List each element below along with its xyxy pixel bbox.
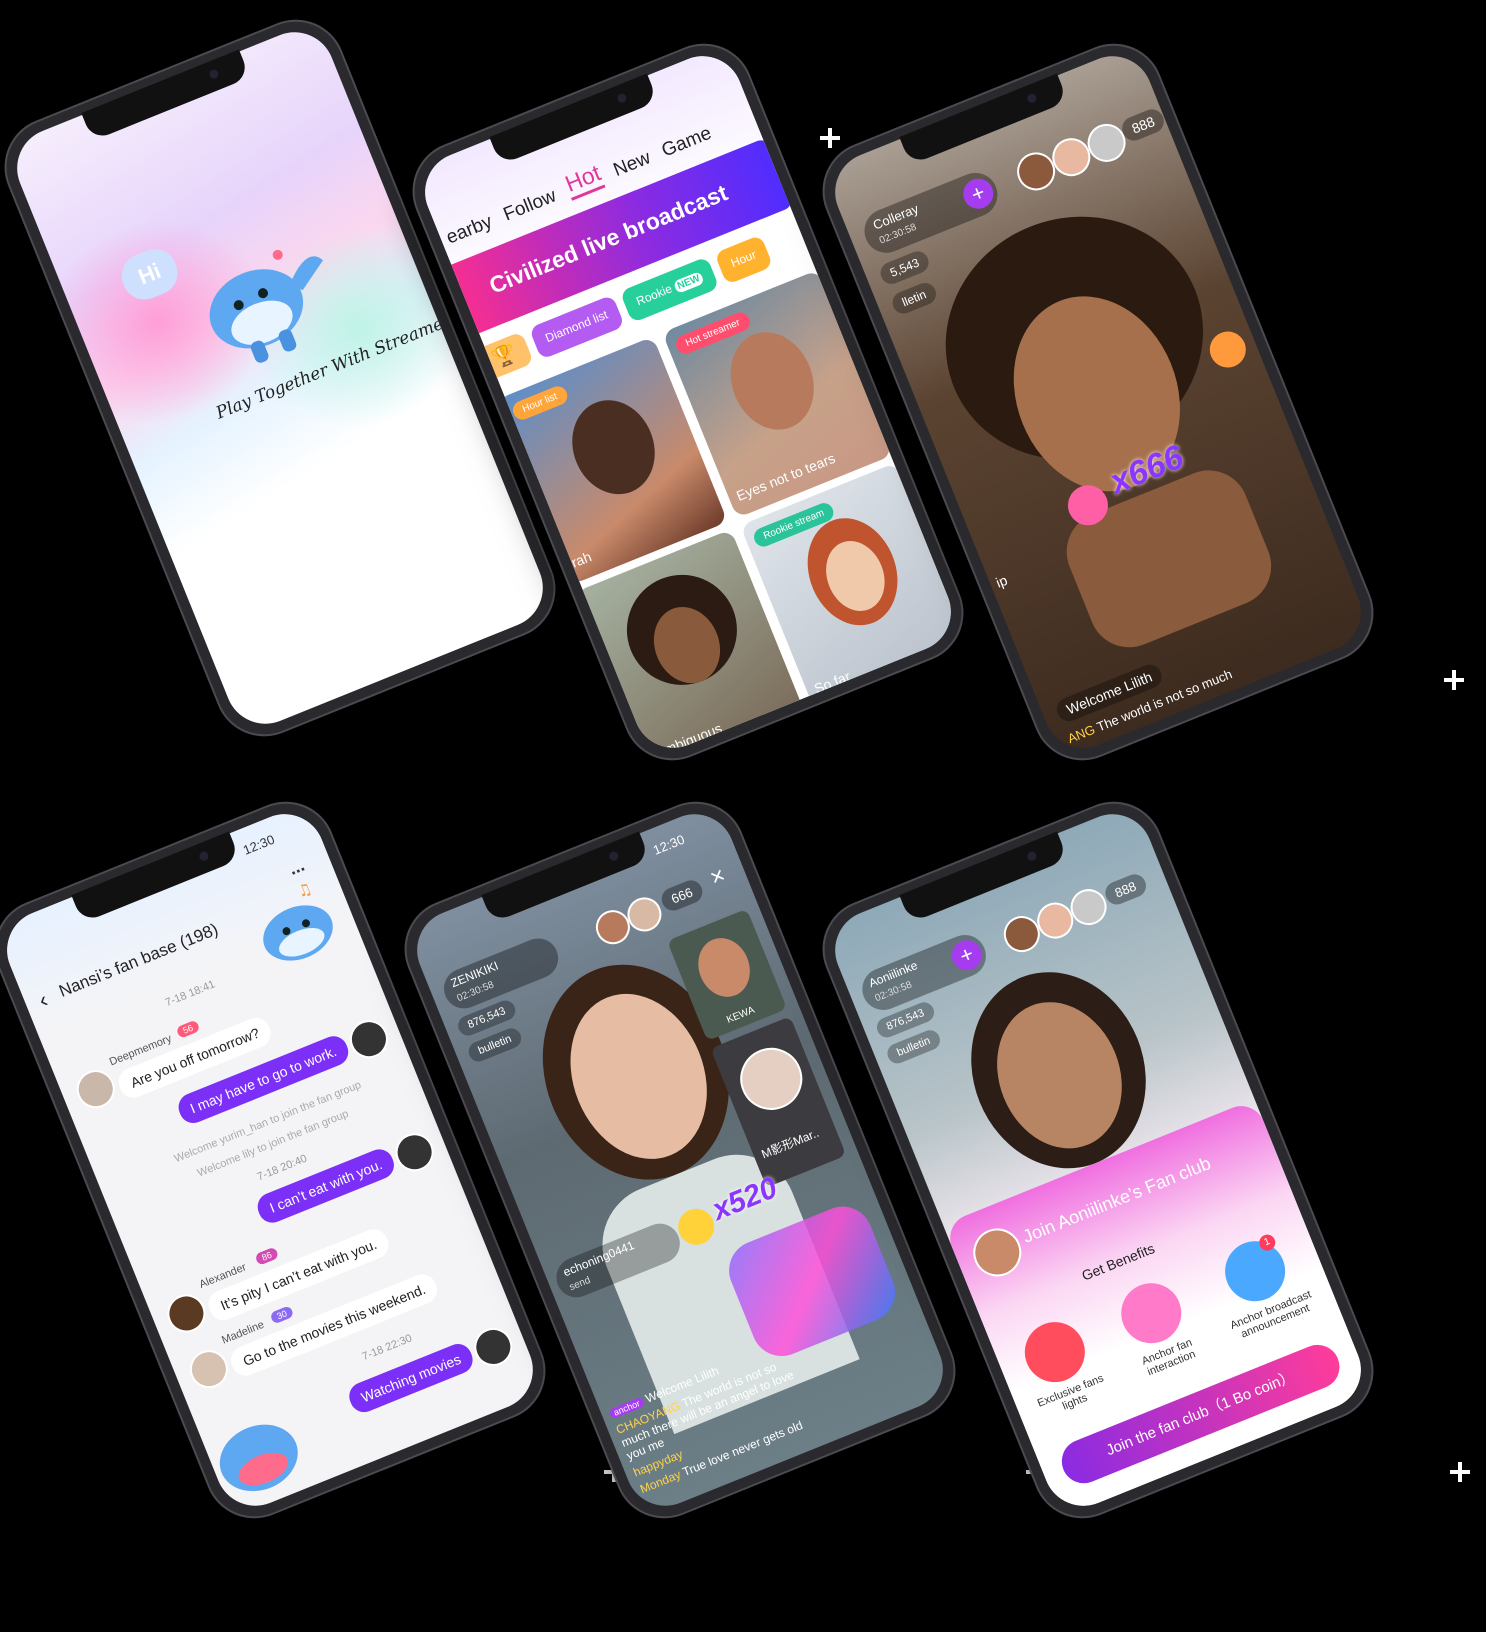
hour-list-tag: Hour list bbox=[510, 383, 570, 423]
viewer-count[interactable]: 888 bbox=[1118, 105, 1168, 145]
benefit-item: Exclusive fans lights bbox=[1007, 1309, 1115, 1422]
level-badge: 86 bbox=[254, 1246, 280, 1266]
fan-club-title: Join Aoniilinke’s Fan club bbox=[1019, 1153, 1214, 1247]
fan-club-sheet: Join Aoniilinke’s Fan club Get Benefits … bbox=[942, 1098, 1373, 1518]
gifter-name: echoning0441 bbox=[561, 1238, 637, 1280]
host-panel[interactable]: Colleray 02:30:58 + bbox=[857, 166, 1005, 260]
benefit-item: Anchor fan interaction bbox=[1103, 1270, 1211, 1383]
timestamp: 7-18 22:30 bbox=[360, 1332, 414, 1364]
trophy-icon[interactable]: 🏆 bbox=[475, 331, 535, 382]
gift-action: send bbox=[567, 1274, 593, 1294]
pk-name: M影形Mar.. bbox=[759, 1125, 821, 1162]
card-title: rah bbox=[568, 548, 594, 571]
whale-mascot-icon bbox=[219, 1424, 298, 1492]
user-avatar[interactable] bbox=[71, 1064, 121, 1114]
sparkle-icon bbox=[820, 128, 840, 148]
user-avatar[interactable] bbox=[184, 1344, 234, 1394]
card-title: So far bbox=[811, 667, 853, 697]
chip-hour[interactable]: Hour bbox=[714, 234, 774, 285]
card-title: r ambiguous bbox=[646, 719, 725, 760]
follow-plus-icon[interactable]: + bbox=[958, 174, 998, 214]
host-avatar bbox=[966, 1221, 1029, 1284]
coin-count: 5,543 bbox=[877, 248, 932, 288]
heart-icon bbox=[1204, 326, 1252, 373]
pk-name: KEWA bbox=[725, 1004, 757, 1026]
svg-text:♫: ♫ bbox=[294, 878, 314, 901]
benefit-item: 1 Anchor broadcast announcement bbox=[1201, 1226, 1320, 1344]
my-avatar[interactable] bbox=[389, 1127, 440, 1177]
level-badge: 56 bbox=[175, 1019, 201, 1039]
close-icon[interactable]: × bbox=[706, 862, 729, 893]
my-avatar[interactable] bbox=[344, 1014, 394, 1064]
viewer-count[interactable]: 888 bbox=[1101, 871, 1150, 908]
sparkle-icon bbox=[1444, 670, 1464, 690]
viewer-count[interactable]: 666 bbox=[658, 877, 706, 914]
side-label: ip bbox=[993, 571, 1010, 591]
chat-bubble-out: I can’t eat with you. bbox=[253, 1145, 399, 1227]
level-badge: 30 bbox=[269, 1305, 295, 1325]
bulletin-link[interactable]: lletin bbox=[889, 279, 939, 317]
follow-plus-icon[interactable]: + bbox=[947, 935, 987, 975]
my-avatar[interactable] bbox=[468, 1322, 519, 1372]
new-badge: NEW bbox=[672, 271, 705, 295]
sparkle-icon bbox=[1450, 1462, 1470, 1482]
benefits-heading: Get Benefits bbox=[1079, 1240, 1157, 1284]
status-time: 12:30 bbox=[650, 831, 687, 858]
user-avatar[interactable] bbox=[161, 1288, 212, 1339]
